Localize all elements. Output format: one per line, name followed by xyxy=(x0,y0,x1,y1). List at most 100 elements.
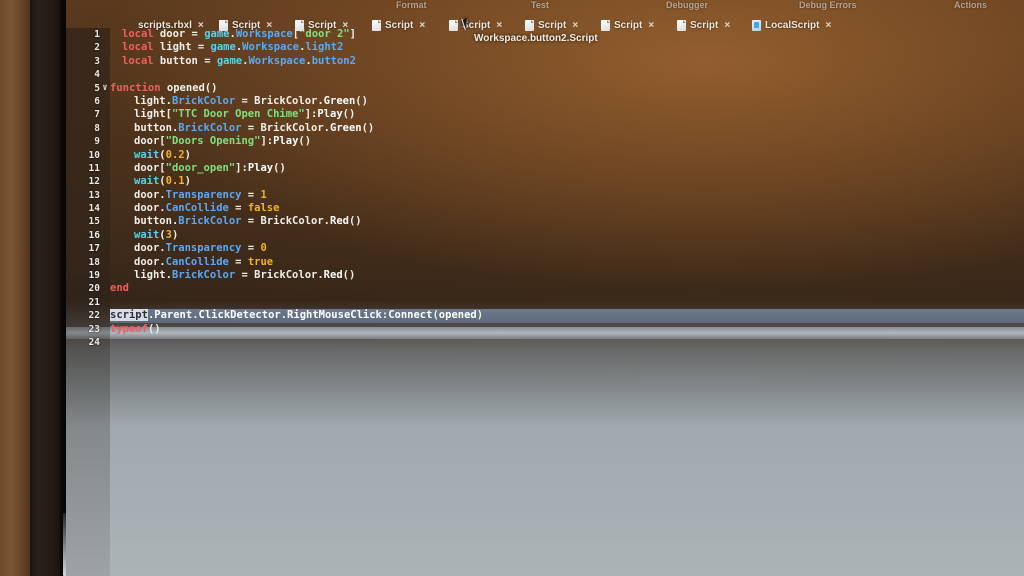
tab-label: Script xyxy=(690,19,719,31)
tab-script[interactable]: Script × xyxy=(295,13,348,37)
code-line[interactable]: 23 typeof() xyxy=(66,323,1024,336)
token-idn: light xyxy=(134,269,166,282)
tab-label: Script xyxy=(385,19,414,31)
code-line[interactable]: 7 light["TTC Door Open Chime"]:Play() xyxy=(66,108,1024,121)
close-icon[interactable]: × xyxy=(342,20,348,31)
line-number: 21 xyxy=(88,296,100,308)
token-op: () xyxy=(298,135,312,148)
script-editor[interactable]: 1 local door = game.Workspace["door 2"] 2 l… xyxy=(66,28,1024,576)
code-text: function opened() xyxy=(110,82,218,95)
token-prop: BrickColor xyxy=(171,94,236,107)
token-prop: CanCollide xyxy=(165,255,229,268)
token-op: ]: xyxy=(304,108,318,121)
code-line[interactable]: 13 door.Transparency = 1 xyxy=(66,189,1024,202)
tab-label: Script xyxy=(538,19,567,31)
tab-script[interactable]: Script × xyxy=(219,13,272,37)
tab-label: Script xyxy=(232,19,261,31)
code-line[interactable]: 14 door.CanCollide = false xyxy=(66,202,1024,215)
line-number: 3 xyxy=(94,55,100,67)
token-op: () xyxy=(204,81,218,94)
close-icon[interactable]: × xyxy=(496,20,502,31)
script-file-icon xyxy=(372,19,381,31)
code-line[interactable]: 5 ∨ function opened() xyxy=(66,82,1024,95)
token-kw: end xyxy=(110,282,129,295)
chevron-down-icon[interactable]: ∨ xyxy=(100,82,110,95)
code-text: button.BrickColor = BrickColor.Red() xyxy=(134,215,362,228)
token-glb: game xyxy=(210,41,236,54)
token-prop: CanCollide xyxy=(165,202,229,215)
token-idn: light xyxy=(153,41,198,54)
close-icon[interactable]: × xyxy=(572,20,578,31)
code-line[interactable]: 8 button.BrickColor = BrickColor.Green() xyxy=(66,122,1024,135)
token-num2: 0.1 xyxy=(165,175,185,188)
token-kw: local xyxy=(122,41,154,54)
code-line[interactable]: 10 wait(0.2) xyxy=(66,149,1024,162)
code-line[interactable]: 22 script.Parent.ClickDetector.RightMouse… xyxy=(66,309,1024,323)
token-idn: door xyxy=(134,135,160,148)
line-number: 14 xyxy=(88,203,100,215)
code-line[interactable]: 6 light.BrickColor = BrickColor.Green() xyxy=(66,95,1024,108)
code-line[interactable]: 9 door["Doors Opening"]:Play() xyxy=(66,135,1024,148)
tab-script[interactable]: Script × xyxy=(677,13,730,37)
token-str: "TTC Door Open Chime" xyxy=(171,108,305,121)
tab-localscript[interactable]: LocalScript × xyxy=(752,13,831,37)
code-text: light.BrickColor = BrickColor.Red() xyxy=(134,269,355,282)
code-text: wait(0.2) xyxy=(134,149,191,162)
code-line[interactable]: 21 xyxy=(66,296,1024,309)
close-icon[interactable]: × xyxy=(419,20,425,31)
code-line[interactable]: 11 door["door_open"]:Play() xyxy=(66,162,1024,175)
menu-item-debugger[interactable]: Debugger xyxy=(666,0,708,10)
code-text: local button = game.Workspace.button2 xyxy=(122,55,356,68)
code-line[interactable]: 18 door.CanCollide = true xyxy=(66,256,1024,269)
screen: Format Test Debugger Debug Errors Actions sc… xyxy=(66,0,1024,576)
token-bool: false xyxy=(247,202,280,215)
code-line[interactable]: 20 end xyxy=(66,282,1024,295)
script-file-icon xyxy=(601,19,610,31)
code-text: door.CanCollide = true xyxy=(134,256,273,269)
close-icon[interactable]: × xyxy=(198,20,204,31)
code-line[interactable]: 16 wait(3) xyxy=(66,229,1024,242)
token-fn: Parent xyxy=(154,309,193,322)
token-num2: 0.2 xyxy=(165,148,185,161)
tab-script[interactable]: Script × xyxy=(601,13,654,37)
close-icon[interactable]: × xyxy=(825,20,831,31)
script-file-icon xyxy=(677,19,686,31)
token-op: = xyxy=(228,202,248,215)
token-fn: Play xyxy=(247,161,274,174)
menu-item-format[interactable]: Format xyxy=(396,0,427,10)
line-number: 11 xyxy=(88,162,100,174)
menu-item-debug-errors[interactable]: Debug Errors xyxy=(799,0,857,10)
token-idn: door xyxy=(134,188,160,201)
close-icon[interactable]: × xyxy=(648,20,654,31)
token-idn: BrickColor xyxy=(254,94,318,107)
menu-item-test[interactable]: Test xyxy=(531,0,549,10)
code-line[interactable]: 4 xyxy=(66,68,1024,81)
token-op: = xyxy=(241,188,261,201)
code-area[interactable]: 1 local door = game.Workspace["door 2"] 2 l… xyxy=(66,28,1024,576)
code-line[interactable]: 17 door.Transparency = 0 xyxy=(66,242,1024,255)
code-line[interactable]: 12 wait(0.1) xyxy=(66,175,1024,188)
token-glb: wait xyxy=(134,228,160,241)
code-line[interactable]: 19 light.BrickColor = BrickColor.Red() xyxy=(66,269,1024,282)
code-line[interactable]: 3 local button = game.Workspace.button2 xyxy=(66,55,1024,68)
token-idn: BrickColor xyxy=(260,215,324,228)
token-idn: opened xyxy=(166,81,205,94)
code-line[interactable]: 24 xyxy=(66,336,1024,349)
token-idn: BrickColor xyxy=(254,269,318,282)
token-op: () xyxy=(361,121,375,134)
code-text: door.CanCollide = false xyxy=(134,202,279,215)
token-fn: ClickDetector xyxy=(198,309,281,322)
token-num2: 0 xyxy=(260,242,267,255)
tab-scripts-rbxl[interactable]: scripts.rbxl × xyxy=(138,13,204,37)
line-number: 2 xyxy=(94,42,100,54)
token-glb: game xyxy=(216,54,243,67)
code-text: wait(0.1) xyxy=(134,175,191,188)
tab-script[interactable]: Script × xyxy=(372,13,425,37)
close-icon[interactable]: × xyxy=(724,20,730,31)
line-number: 15 xyxy=(88,216,100,228)
token-fn: Play xyxy=(273,135,299,148)
token-idn: BrickColor xyxy=(260,121,324,134)
code-line[interactable]: 15 button.BrickColor = BrickColor.Red() xyxy=(66,215,1024,228)
close-icon[interactable]: × xyxy=(266,20,272,31)
menu-item-actions[interactable]: Actions xyxy=(954,0,987,10)
